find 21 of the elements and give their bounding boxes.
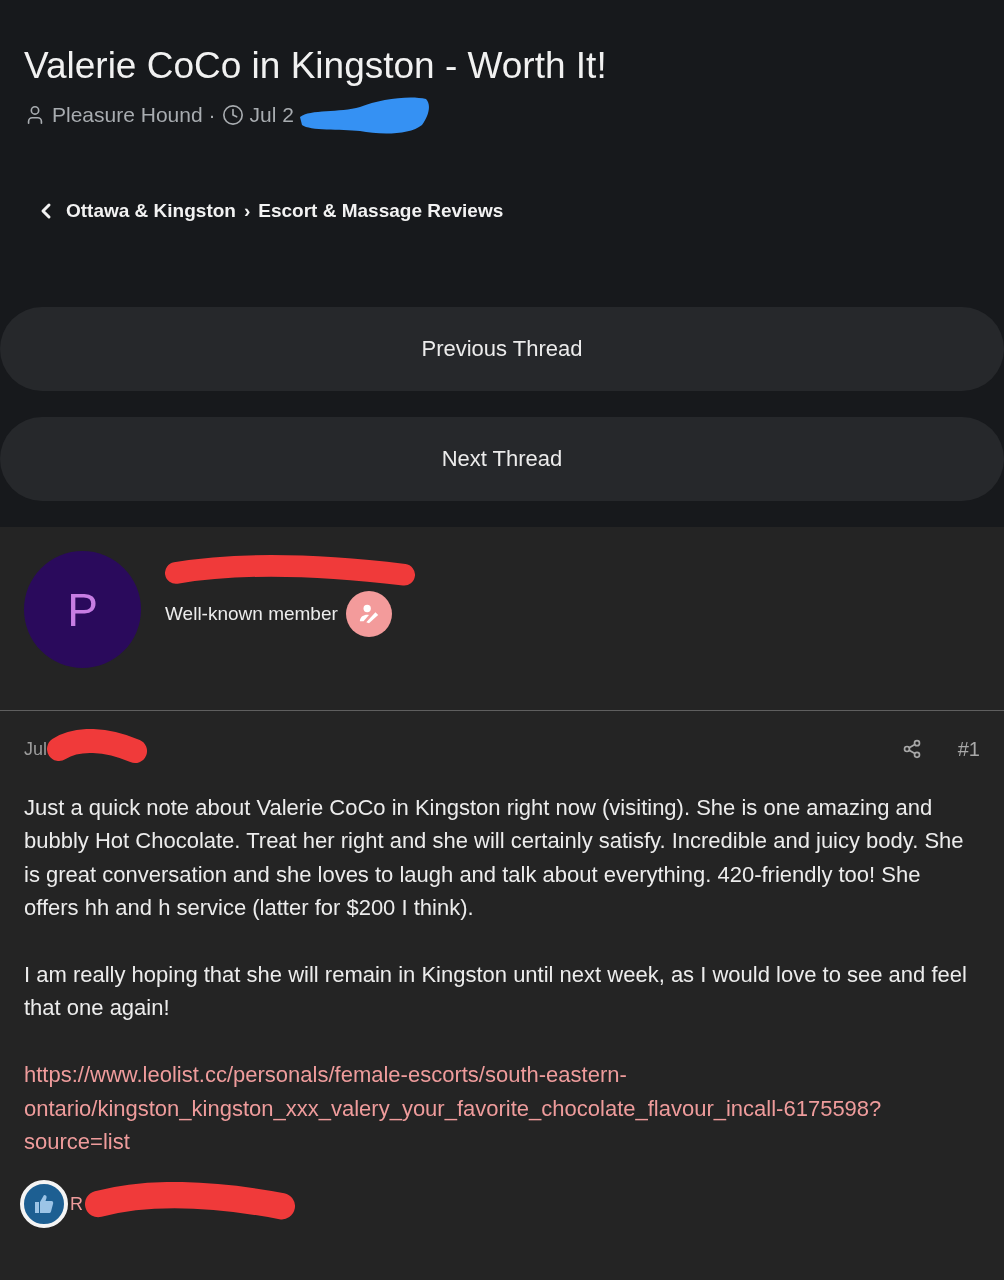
thread-date: Jul 2	[249, 103, 294, 127]
breadcrumb-separator: ›	[243, 200, 251, 222]
thread-nav-button[interactable]: Next Thread	[0, 417, 1004, 501]
post-date: Jul	[24, 738, 47, 760]
clock-icon	[221, 104, 244, 126]
user-title: Well-known member	[165, 603, 338, 625]
post-number-link[interactable]: #1	[957, 737, 980, 761]
author-name: Pleasure Hound	[52, 103, 203, 127]
reactions-text[interactable]: R	[70, 1193, 83, 1215]
breadcrumb-link[interactable]: Escort & Massage Reviews	[258, 200, 504, 222]
user-avatar[interactable]: P	[24, 551, 141, 668]
post-paragraph: Just a quick note about Valerie CoCo in Kingston right now (visiting). She is one amazing and bubbly Hot Chocolate. Treat her right and she will certainly satisfy. Incredible and juicy body. She is great conversation and she loves to laugh and talk about everything. 420-friendly too! She offers hh and h service (latter for $200 I think).	[24, 794, 965, 923]
post-paragraph: I am really hoping that she will remain in Kingston until next week, as I would love to see and feel that one again!	[24, 961, 968, 1023]
thread-nav-button[interactable]: Previous Thread	[0, 307, 1004, 391]
member-badge-icon	[345, 591, 392, 637]
breadcrumb-link[interactable]: Ottawa & Kingston	[66, 200, 236, 222]
meta-separator: ·	[208, 103, 216, 127]
thumbs-up-icon[interactable]	[20, 1180, 68, 1229]
thread-title: Valerie CoCo in Kingston - Worth It!	[24, 44, 608, 88]
post-link[interactable]: https://www.leolist.cc/personals/female-escorts/south-eastern-ontario/kingston_kingston_xxx_valery_your_favorite_chocolate_flavour_incall-6175598?source=list	[24, 1058, 980, 1159]
share-icon[interactable]	[901, 739, 922, 759]
